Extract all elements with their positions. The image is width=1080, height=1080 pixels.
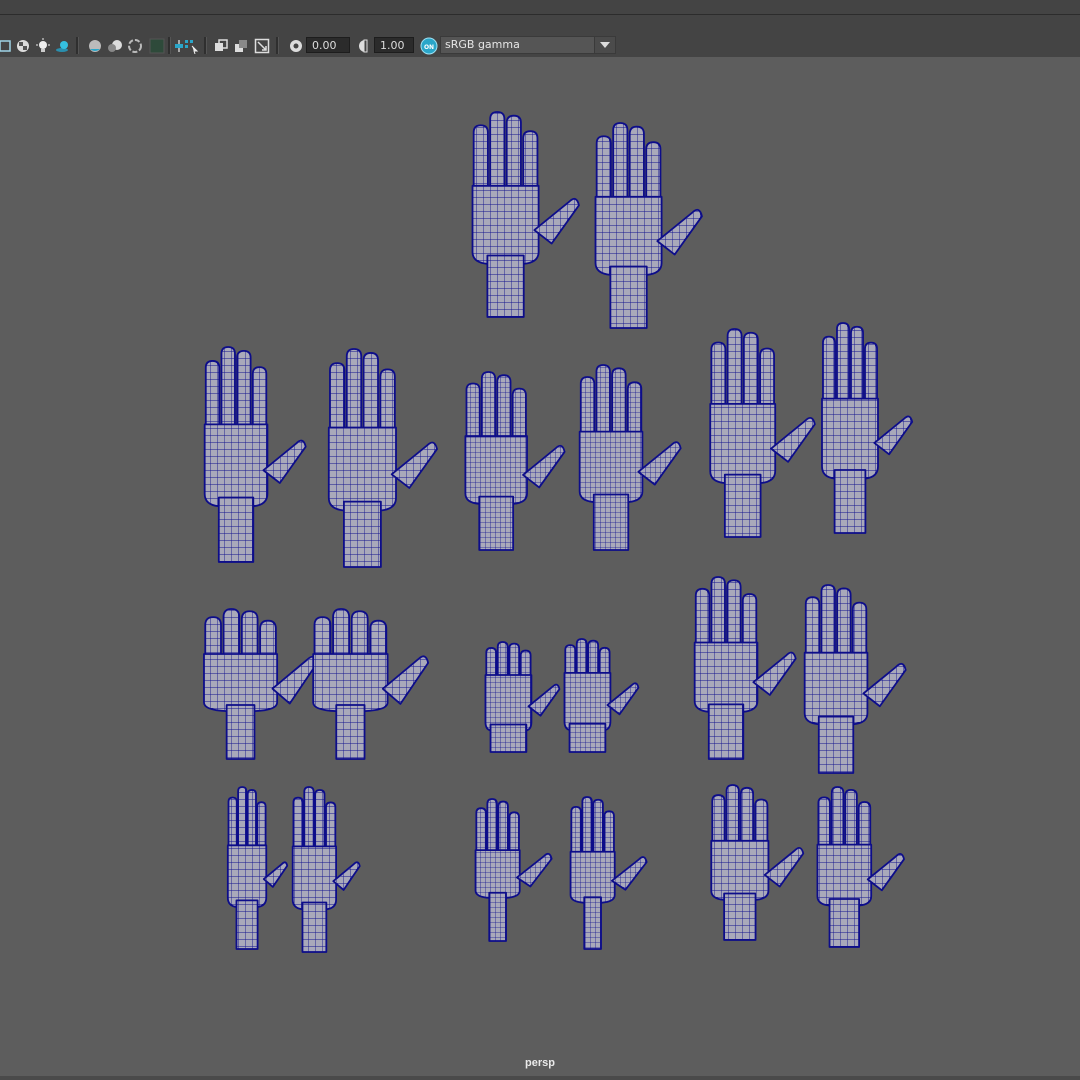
hand-mesh-1[interactable] bbox=[471, 111, 580, 318]
light-icon[interactable] bbox=[34, 36, 52, 56]
camera-label: persp bbox=[525, 1057, 555, 1069]
hand-mesh-17[interactable] bbox=[474, 798, 553, 942]
hand-mesh-10[interactable] bbox=[312, 608, 430, 760]
exposure-icon[interactable] bbox=[287, 36, 305, 56]
color-space-select[interactable]: sRGB gamma bbox=[440, 36, 616, 54]
hand-mesh-2[interactable] bbox=[594, 122, 703, 329]
hand-models-scene[interactable] bbox=[0, 57, 1080, 1077]
wireframe-on-shaded-icon[interactable] bbox=[232, 36, 250, 56]
hand-mesh-3[interactable] bbox=[203, 346, 307, 563]
backface-culling-icon[interactable] bbox=[253, 36, 271, 56]
hand-mesh-15[interactable] bbox=[226, 786, 289, 950]
shadows-icon[interactable] bbox=[54, 36, 72, 56]
hand-mesh-7[interactable] bbox=[709, 328, 816, 538]
hand-mesh-4[interactable] bbox=[327, 348, 438, 568]
hand-mesh-6[interactable] bbox=[578, 364, 682, 551]
exposure-field[interactable]: 0.00 bbox=[306, 37, 350, 53]
xray-icon[interactable] bbox=[182, 36, 200, 56]
hand-mesh-14[interactable] bbox=[803, 584, 907, 774]
gamma-icon[interactable] bbox=[354, 36, 372, 56]
menu-bar-strip bbox=[0, 0, 1080, 15]
hand-mesh-19[interactable] bbox=[710, 784, 805, 941]
viewport-bottom-border bbox=[0, 1076, 1080, 1080]
gamma-field[interactable]: 1.00 bbox=[374, 37, 414, 53]
xray-joints-icon[interactable] bbox=[212, 36, 230, 56]
hand-mesh-11[interactable] bbox=[484, 641, 561, 753]
color-management-icon[interactable]: ON bbox=[419, 36, 439, 56]
motion-blur-icon[interactable] bbox=[106, 36, 124, 56]
hand-mesh-9[interactable] bbox=[203, 608, 318, 760]
depth-of-field-icon[interactable] bbox=[148, 36, 166, 56]
hand-mesh-18[interactable] bbox=[569, 796, 648, 950]
hand-mesh-12[interactable] bbox=[563, 638, 640, 753]
hand-mesh-8[interactable] bbox=[821, 322, 914, 534]
persp-viewport[interactable] bbox=[0, 57, 1080, 1077]
chevron-down-icon[interactable] bbox=[594, 37, 615, 53]
color-space-label: sRGB gamma bbox=[445, 38, 520, 51]
checker-icon[interactable] bbox=[14, 36, 32, 56]
toolbar-separator bbox=[204, 37, 207, 54]
toolbar-separator bbox=[276, 37, 279, 54]
toolbar-separator bbox=[168, 37, 171, 54]
color-management-badge: ON bbox=[424, 44, 434, 51]
hand-mesh-13[interactable] bbox=[693, 576, 797, 760]
camera-attributes-icon[interactable] bbox=[0, 36, 12, 56]
anti-aliasing-icon[interactable] bbox=[126, 36, 144, 56]
ambient-occlusion-icon[interactable] bbox=[86, 36, 104, 56]
hand-mesh-16[interactable] bbox=[291, 786, 361, 953]
hand-mesh-20[interactable] bbox=[816, 786, 905, 948]
toolbar-separator bbox=[76, 37, 79, 54]
hand-mesh-5[interactable] bbox=[464, 371, 566, 551]
